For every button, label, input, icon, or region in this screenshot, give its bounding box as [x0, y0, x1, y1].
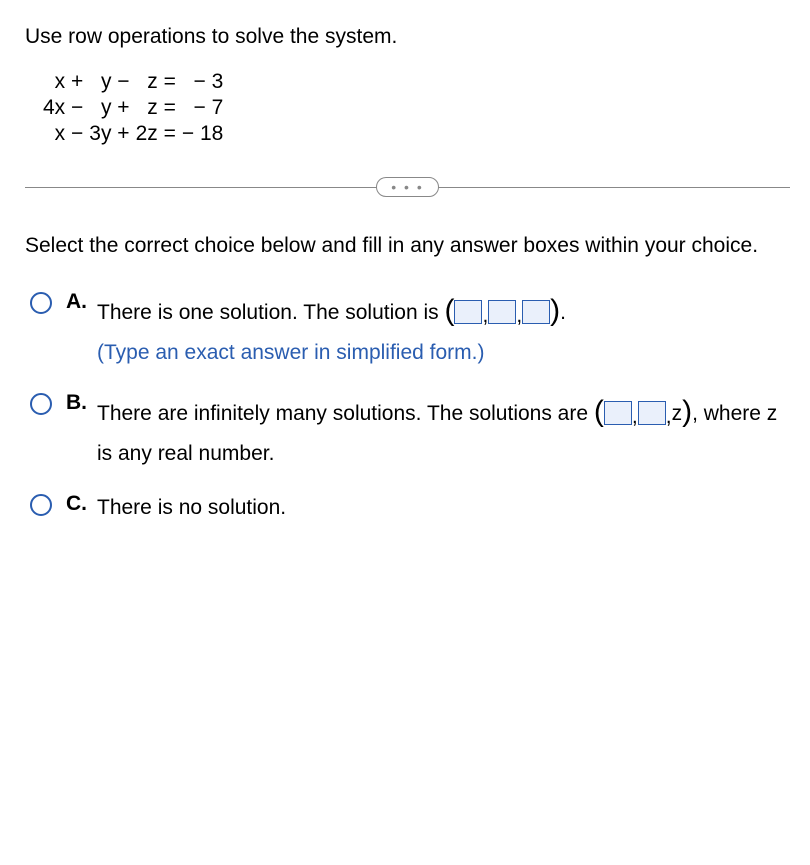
choice-list: A. There is one solution. The solution i… — [30, 290, 790, 525]
choice-b-body: There are infinitely many solutions. The… — [97, 391, 790, 470]
choice-b[interactable]: B. There are infinitely many solutions. … — [30, 391, 790, 470]
equation-system: x + y − z = − 3 4x − y + z = − 7 x − 3y … — [40, 69, 790, 147]
choice-a-body: There is one solution. The solution is (… — [97, 290, 790, 369]
ellipsis-pill[interactable]: • • • — [376, 177, 438, 197]
choice-a[interactable]: A. There is one solution. The solution i… — [30, 290, 790, 369]
answer-box-a2[interactable] — [488, 300, 516, 324]
choice-c[interactable]: C. There is no solution. — [30, 492, 790, 525]
radio-a[interactable] — [30, 292, 52, 314]
choice-b-label: B. — [66, 391, 87, 415]
answer-box-b2[interactable] — [638, 401, 666, 425]
choice-c-label: C. — [66, 492, 87, 516]
answer-box-a3[interactable] — [522, 300, 550, 324]
choice-a-hint: (Type an exact answer in simplified form… — [97, 341, 484, 364]
section-divider: • • • — [25, 177, 790, 197]
radio-c[interactable] — [30, 494, 52, 516]
answer-box-a1[interactable] — [454, 300, 482, 324]
question-prompt: Use row operations to solve the system. — [25, 25, 790, 49]
choice-c-body: There is no solution. — [97, 492, 790, 525]
answer-instruction: Select the correct choice below and fill… — [25, 232, 790, 260]
choice-a-label: A. — [66, 290, 87, 314]
radio-b[interactable] — [30, 393, 52, 415]
answer-box-b1[interactable] — [604, 401, 632, 425]
